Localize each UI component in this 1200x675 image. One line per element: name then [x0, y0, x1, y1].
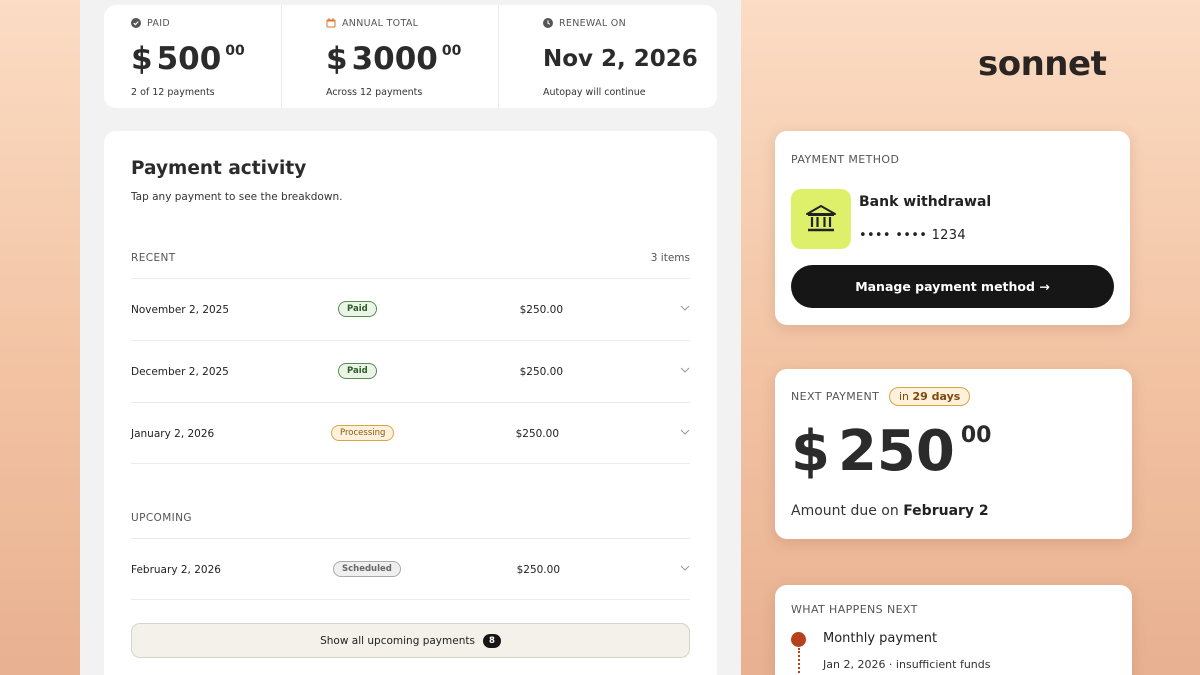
summary-paid-label: PAID	[147, 17, 170, 29]
timeline-dot	[791, 632, 806, 647]
chevron-down-icon[interactable]	[680, 365, 690, 375]
summary-paid-sub: 2 of 12 payments	[131, 87, 215, 98]
what-happens-next-label: WHAT HAPPENS NEXT	[791, 603, 918, 616]
summary-paid-header: PAID	[131, 16, 281, 30]
next-payment-due: Amount due on February 2	[791, 503, 989, 519]
status-badge-paid: Paid	[338, 301, 377, 317]
summary-renewal-label: RENEWAL ON	[559, 17, 626, 29]
what-happens-next-card: WHAT HAPPENS NEXT Monthly payment Jan 2,…	[775, 585, 1132, 675]
main-panel: PAID $ 500 00 2 of 12 payments ANNUAL TO…	[80, 0, 741, 675]
recent-section-label: RECENT	[131, 252, 176, 264]
summary-renewal: RENEWAL ON Nov 2, 2026 Autopay will cont…	[499, 5, 717, 108]
bank-icon-tile	[791, 189, 851, 249]
clock-icon	[543, 18, 553, 28]
payment-amount: $250.00	[519, 304, 563, 316]
check-circle-icon	[131, 18, 141, 28]
manage-payment-method-button[interactable]: Manage payment method →	[791, 265, 1114, 308]
payment-date: December 2, 2025	[131, 366, 229, 378]
payment-date: November 2, 2025	[131, 304, 230, 316]
summary-annual-amount: $ 3000 00	[326, 41, 462, 77]
summary-annual-sub: Across 12 payments	[326, 87, 423, 98]
payment-date: February 2, 2026	[131, 564, 221, 576]
summary-annual: ANNUAL TOTAL $ 3000 00 Across 12 payment…	[282, 5, 499, 108]
bank-name: Bank withdrawal	[859, 194, 992, 210]
timeline-line	[798, 648, 800, 675]
days-until-badge: in 29 days	[889, 387, 971, 406]
payment-method-card: PAYMENT METHOD Bank withdrawal •••• ••••…	[775, 131, 1130, 325]
show-all-upcoming-button[interactable]: Show all upcoming payments 8	[131, 623, 690, 658]
timeline-event-sub: Jan 2, 2026 · insufficient funds	[823, 658, 991, 671]
upcoming-count-badge: 8	[482, 633, 501, 648]
payment-row-jan[interactable]: January 2, 2026 Processing $250.00	[131, 402, 690, 464]
summary-annual-header: ANNUAL TOTAL	[326, 16, 498, 30]
payment-date: January 2, 2026	[131, 428, 215, 440]
chevron-down-icon[interactable]	[680, 563, 690, 573]
summary-paid: PAID $ 500 00 2 of 12 payments	[104, 5, 282, 108]
status-badge-paid: Paid	[338, 363, 377, 379]
payment-row-nov[interactable]: November 2, 2025 Paid $250.00	[131, 278, 690, 340]
show-all-label: Show all upcoming payments	[320, 634, 475, 647]
timeline-event-title: Monthly payment	[823, 631, 938, 646]
status-badge-processing: Processing	[331, 425, 395, 441]
payment-activity-card: Payment activity Tap any payment to see …	[104, 131, 717, 675]
payment-row-dec[interactable]: December 2, 2025 Paid $250.00	[131, 340, 690, 402]
chevron-down-icon[interactable]	[680, 303, 690, 313]
activity-title: Payment activity	[131, 158, 307, 179]
upcoming-section-label: UPCOMING	[131, 512, 192, 524]
summary-renewal-header: RENEWAL ON	[543, 16, 717, 30]
calendar-icon	[326, 18, 336, 28]
background-left-margin	[0, 0, 80, 675]
bank-icon	[806, 205, 836, 232]
payment-row-feb[interactable]: February 2, 2026 Scheduled $250.00	[131, 538, 690, 600]
summary-annual-label: ANNUAL TOTAL	[342, 17, 419, 29]
next-payment-label: NEXT PAYMENT	[791, 390, 880, 403]
payment-amount: $250.00	[515, 428, 559, 440]
bank-masked-number: •••• •••• 1234	[859, 228, 966, 243]
status-badge-scheduled: Scheduled	[333, 561, 401, 577]
summary-card: PAID $ 500 00 2 of 12 payments ANNUAL TO…	[104, 5, 717, 108]
payment-method-label: PAYMENT METHOD	[791, 153, 900, 166]
payment-amount: $250.00	[519, 366, 563, 378]
summary-paid-amount: $ 500 00	[131, 41, 245, 77]
chevron-down-icon[interactable]	[680, 427, 690, 437]
next-payment-amount: $ 250 00	[791, 419, 992, 484]
next-payment-card: NEXT PAYMENT in 29 days $ 250 00 Amount …	[775, 369, 1132, 539]
payment-amount: $250.00	[516, 564, 560, 576]
activity-subtitle: Tap any payment to see the breakdown.	[131, 191, 343, 203]
recent-section-count: 3 items	[650, 252, 690, 264]
brand-logo: sonnet	[978, 44, 1107, 84]
summary-renewal-sub: Autopay will continue	[543, 87, 646, 98]
summary-renewal-date: Nov 2, 2026	[543, 46, 698, 72]
